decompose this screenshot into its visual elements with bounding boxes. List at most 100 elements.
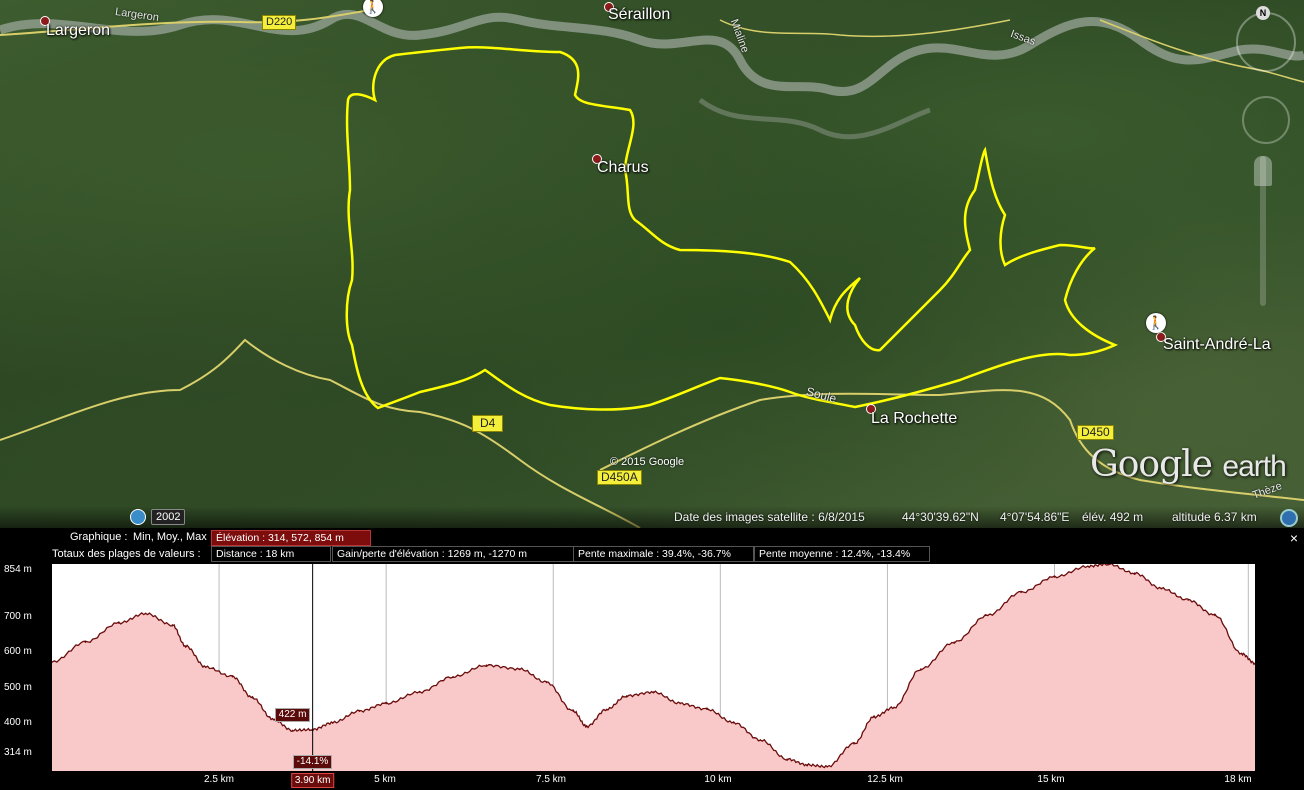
road-north bbox=[719, 19, 1011, 38]
close-profile-button[interactable]: × bbox=[1290, 530, 1298, 546]
elevation-point bbox=[485, 664, 488, 666]
place-label-seraillon[interactable]: Séraillon bbox=[608, 6, 670, 24]
elevation-point bbox=[171, 624, 174, 626]
river bbox=[0, 10, 1304, 97]
elevation-point bbox=[1053, 576, 1056, 578]
elevation-point bbox=[893, 706, 895, 709]
cursor-slope-label: -14.1% bbox=[292, 755, 333, 769]
elevation-point bbox=[184, 645, 187, 647]
elevation-point bbox=[545, 681, 548, 684]
totals-label: Totaux des plages de valeurs : bbox=[52, 548, 201, 560]
elevation-summary: Élévation : 314, 572, 854 m bbox=[211, 530, 371, 546]
elevation-point bbox=[118, 622, 120, 624]
x-tick-10: 10 km bbox=[704, 774, 732, 785]
x-tick-15: 15 km bbox=[1037, 774, 1065, 785]
zoom-slider[interactable] bbox=[1260, 156, 1266, 306]
graph-label: Graphique : bbox=[70, 531, 128, 543]
gain-loss-summary: Gain/perte d'élévation : 1269 m, -1270 m bbox=[332, 546, 574, 562]
imagery-date: Date des images satellite : 6/8/2015 bbox=[674, 510, 865, 524]
place-label-largeron[interactable]: Largeron bbox=[46, 22, 110, 40]
elevation-point bbox=[1240, 652, 1243, 655]
historical-imagery-icon[interactable] bbox=[130, 509, 146, 525]
elevation-point bbox=[786, 758, 788, 760]
y-tick-500: 500 m bbox=[4, 682, 32, 693]
globe-icon[interactable] bbox=[1280, 509, 1298, 527]
altitude-readout: altitude 6.37 km bbox=[1172, 510, 1257, 524]
elevation-point bbox=[953, 641, 956, 643]
navigation-controls[interactable]: N bbox=[1234, 6, 1296, 306]
elevation-chart[interactable] bbox=[52, 564, 1255, 771]
y-tick-854: 854 m bbox=[4, 564, 32, 575]
river-2 bbox=[698, 97, 931, 140]
elevation-readout: élév. 492 m bbox=[1082, 510, 1144, 524]
move-ring[interactable] bbox=[1242, 96, 1290, 144]
latitude-readout: 44°30'39.62"N bbox=[902, 510, 979, 524]
elevation-profile-panel: Graphique : Min, Moy., Max Élévation : 3… bbox=[0, 528, 1304, 790]
elevation-point bbox=[806, 764, 809, 766]
elevation-point bbox=[679, 702, 682, 705]
elevation-point bbox=[452, 675, 454, 678]
elevation-point bbox=[1160, 587, 1163, 590]
elevation-point bbox=[204, 666, 207, 668]
copyright-text: © 2015 Google bbox=[610, 456, 685, 468]
elevation-point bbox=[652, 691, 655, 693]
elevation-point bbox=[585, 725, 588, 728]
elevation-point bbox=[1133, 572, 1136, 574]
elevation-point bbox=[920, 668, 922, 670]
x-tick-12-5: 12.5 km bbox=[867, 774, 903, 785]
elevation-point bbox=[231, 675, 234, 678]
elevation-point bbox=[1214, 614, 1216, 617]
north-indicator[interactable]: N bbox=[1256, 6, 1270, 20]
cursor-elevation-label: 422 m bbox=[274, 707, 311, 722]
elevation-point bbox=[144, 612, 147, 615]
distance-summary: Distance : 18 km bbox=[211, 546, 331, 562]
map-view[interactable]: Largeron Séraillon Charus La Rochette Sa… bbox=[0, 0, 1304, 528]
x-tick-7-5: 7.5 km bbox=[535, 774, 567, 785]
place-label-charus[interactable]: Charus bbox=[597, 159, 649, 177]
elevation-point bbox=[986, 614, 989, 617]
elevation-point bbox=[826, 765, 829, 768]
longitude-readout: 4°07'54.86"E bbox=[1000, 510, 1070, 524]
elevation-point bbox=[706, 708, 708, 711]
y-tick-600: 600 m bbox=[4, 646, 32, 657]
logo-product: earth bbox=[1222, 450, 1286, 483]
elevation-point bbox=[1187, 599, 1189, 601]
cursor-distance-label: 3.90 km bbox=[290, 773, 335, 788]
road-badge-d220: D220 bbox=[262, 15, 297, 30]
x-tick-18: 18 km bbox=[1224, 774, 1252, 785]
elevation-point bbox=[84, 641, 87, 643]
elevation-area bbox=[52, 564, 1255, 771]
elevation-point bbox=[1020, 591, 1022, 594]
hiker-icon[interactable]: 🚶 bbox=[1146, 313, 1166, 333]
y-tick-700: 700 m bbox=[4, 611, 32, 622]
gps-track bbox=[345, 46, 1119, 411]
max-slope-summary: Pente maximale : 39.4%, -36.7% bbox=[573, 546, 754, 562]
elevation-point bbox=[572, 710, 575, 712]
place-label-saint-andre[interactable]: Saint-André-La bbox=[1163, 336, 1271, 354]
x-tick-2-5: 2.5 km bbox=[203, 774, 235, 785]
road-badge-d450: D450 bbox=[1077, 425, 1114, 440]
elevation-point bbox=[732, 721, 735, 724]
historical-year-badge[interactable]: 2002 bbox=[151, 509, 186, 525]
look-ring[interactable] bbox=[1236, 12, 1296, 72]
elevation-point bbox=[251, 696, 254, 699]
logo-brand: Google bbox=[1090, 444, 1213, 485]
elevation-point bbox=[759, 739, 762, 741]
x-tick-5: 5 km bbox=[374, 774, 396, 785]
elevation-point bbox=[331, 721, 334, 724]
google-earth-logo: Google earth bbox=[1090, 444, 1287, 485]
y-tick-400: 400 m bbox=[4, 717, 32, 728]
elevation-point bbox=[418, 691, 421, 693]
avg-slope-summary: Pente moyenne : 12.4%, -13.4% bbox=[754, 546, 930, 562]
elevation-point bbox=[519, 668, 521, 670]
road-badge-d450a: D450A bbox=[597, 470, 642, 485]
y-tick-314: 314 m bbox=[4, 747, 32, 758]
elevation-point bbox=[385, 702, 387, 705]
elevation-point bbox=[605, 708, 608, 711]
graph-modes[interactable]: Min, Moy., Max bbox=[133, 530, 207, 545]
place-label-la-rochette[interactable]: La Rochette bbox=[871, 410, 957, 428]
road-badge-d4: D4 bbox=[472, 415, 504, 432]
elevation-point bbox=[358, 710, 361, 712]
elevation-point bbox=[625, 695, 628, 697]
elevation-point bbox=[1087, 565, 1089, 568]
